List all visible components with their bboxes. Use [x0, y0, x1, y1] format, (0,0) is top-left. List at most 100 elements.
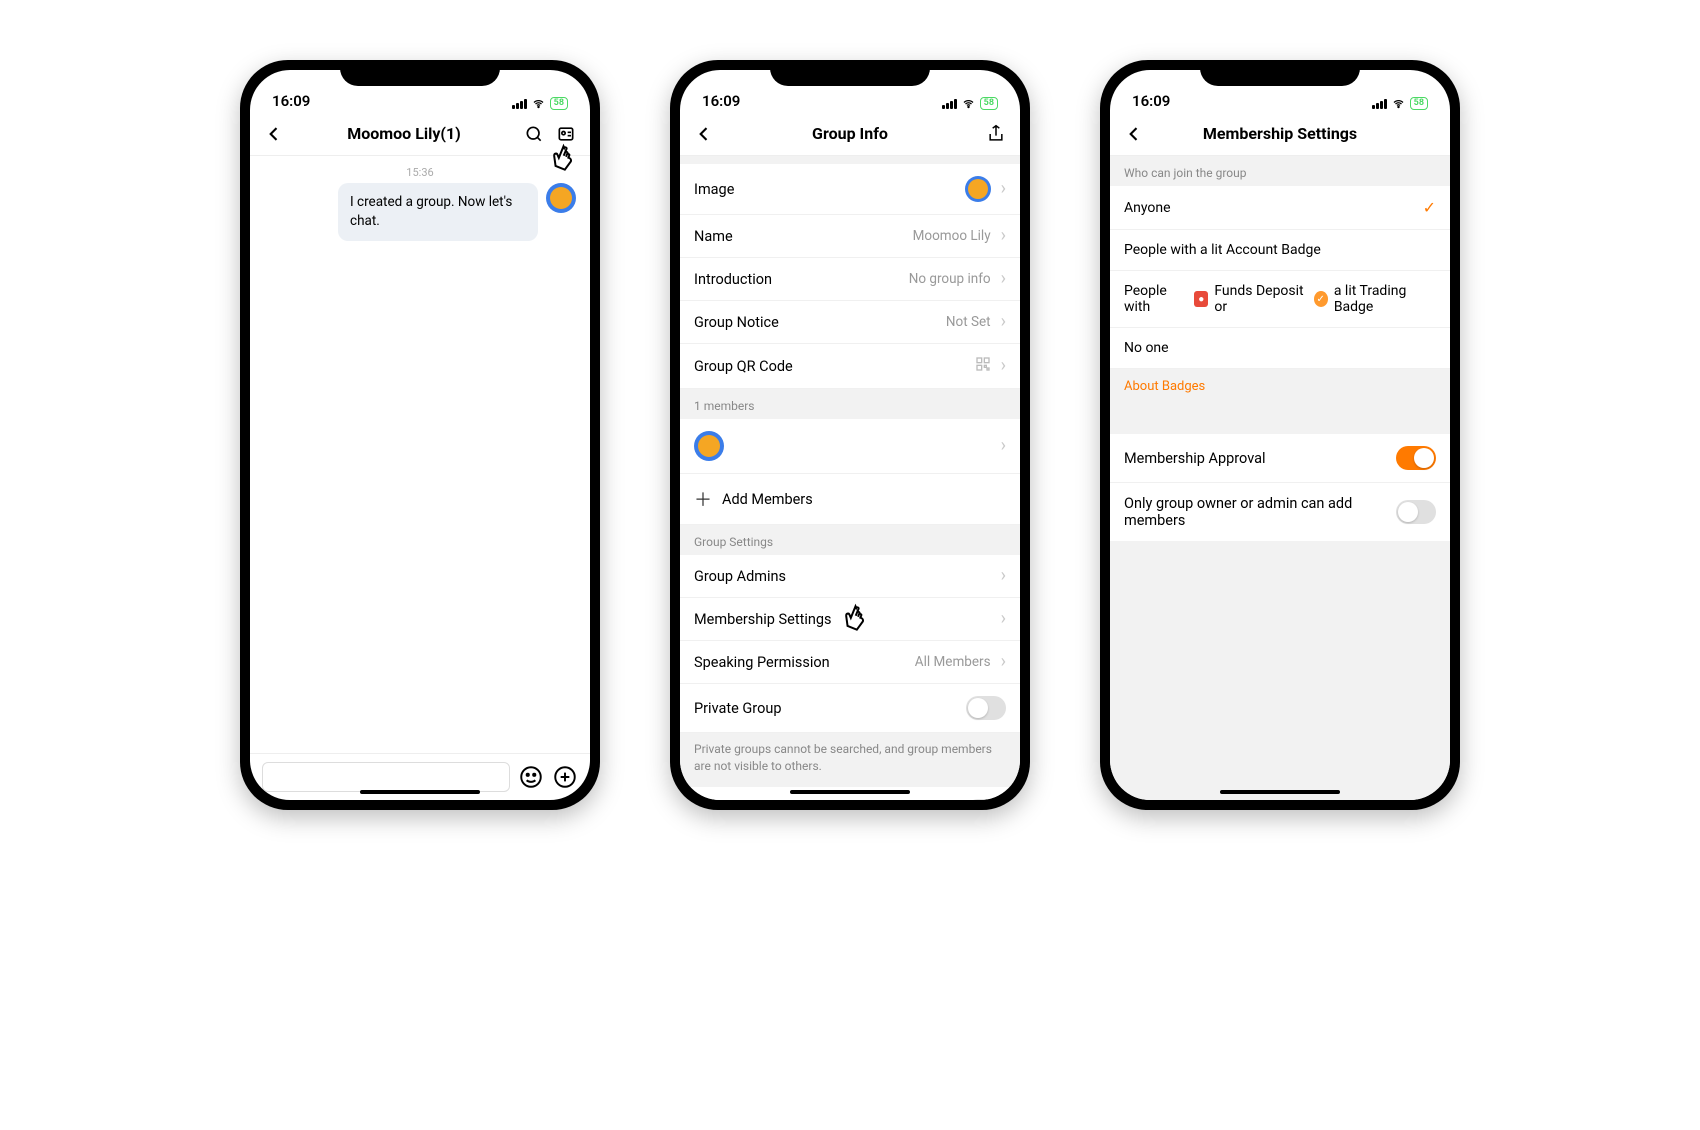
funds-badge-icon: ●	[1194, 291, 1208, 307]
status-icons: 58	[1372, 97, 1428, 110]
chat-title: Moomoo Lily(1)	[294, 124, 514, 143]
option-label-suffix: a lit Trading Badge	[1334, 283, 1436, 315]
status-time: 16:09	[702, 92, 740, 110]
status-icons: 58	[512, 97, 568, 110]
chevron-right-icon: ›	[1001, 653, 1006, 671]
row-only-admin-add: Only group owner or admin can add member…	[1110, 483, 1450, 541]
option-anyone[interactable]: Anyone ✓	[1110, 186, 1450, 230]
members-header: 1 members	[680, 389, 1020, 419]
member-avatar	[694, 431, 724, 461]
avatar[interactable]	[546, 183, 576, 213]
only-admin-toggle[interactable]	[1396, 500, 1436, 524]
battery-icon: 58	[550, 97, 568, 110]
option-label: People with a lit Account Badge	[1124, 242, 1321, 258]
row-qr-code[interactable]: Group QR Code ›	[680, 344, 1020, 389]
share-button[interactable]	[984, 124, 1008, 144]
mute-toggle[interactable]	[966, 799, 1006, 800]
group-card-button[interactable]	[554, 124, 578, 144]
option-lit-account-badge[interactable]: People with a lit Account Badge	[1110, 230, 1450, 271]
row-label: Membership Settings	[694, 611, 991, 628]
membership-content[interactable]: Who can join the group Anyone ✓ People w…	[1110, 156, 1450, 800]
emoji-button[interactable]	[518, 764, 544, 790]
private-group-toggle[interactable]	[966, 696, 1006, 720]
row-label: Image	[694, 181, 955, 198]
message-bubble[interactable]: I created a group. Now let's chat.	[338, 183, 538, 241]
row-introduction[interactable]: Introduction No group info ›	[680, 258, 1020, 301]
chevron-right-icon: ›	[1001, 227, 1006, 245]
option-label-mid: Funds Deposit or	[1214, 283, 1307, 315]
row-label: Group Notice	[694, 314, 936, 331]
option-no-one[interactable]: No one	[1110, 328, 1450, 369]
row-add-members[interactable]: ＋ Add Members	[680, 474, 1020, 525]
nav-bar: Moomoo Lily(1)	[250, 112, 590, 156]
phone-frame-1: 16:09 58 Moomoo Lily(1) 15:36 I created …	[240, 60, 600, 810]
row-label: Group QR Code	[694, 358, 965, 375]
who-can-join-header: Who can join the group	[1110, 156, 1450, 186]
row-label: Membership Approval	[1124, 450, 1386, 467]
message-row: I created a group. Now let's chat.	[250, 183, 590, 251]
chevron-right-icon: ›	[1001, 313, 1006, 331]
chevron-right-icon: ›	[1001, 567, 1006, 585]
about-badges-link[interactable]: About Badges	[1110, 369, 1450, 404]
back-button[interactable]	[692, 124, 716, 144]
settings-header: Group Settings	[680, 525, 1020, 555]
row-membership-approval: Membership Approval	[1110, 434, 1450, 483]
qr-code-icon	[975, 356, 991, 376]
option-label: Anyone	[1124, 200, 1171, 216]
option-funds-or-trading-badge[interactable]: People with ● Funds Deposit or ✓ a lit T…	[1110, 271, 1450, 328]
notch	[340, 60, 500, 86]
page-title: Membership Settings	[1154, 124, 1406, 143]
battery-icon: 58	[980, 97, 998, 110]
add-button[interactable]	[552, 764, 578, 790]
notch	[1200, 60, 1360, 86]
group-avatar	[965, 176, 991, 202]
signal-icon	[512, 99, 527, 109]
message-timestamp: 15:36	[250, 156, 590, 183]
chat-content: 15:36 I created a group. Now let's chat.	[250, 156, 590, 753]
row-label: Name	[694, 228, 903, 245]
battery-icon: 58	[1410, 97, 1428, 110]
approval-toggle[interactable]	[1396, 446, 1436, 470]
wifi-icon	[531, 98, 546, 110]
signal-icon	[1372, 99, 1387, 109]
row-value: Moomoo Lily	[913, 228, 991, 244]
option-label-prefix: People with	[1124, 283, 1188, 315]
screen-membership-settings: 16:09 58 Membership Settings Who can joi…	[1110, 70, 1450, 800]
chevron-right-icon: ›	[1001, 610, 1006, 628]
signal-icon	[942, 99, 957, 109]
row-label: Private Group	[694, 700, 956, 717]
message-input[interactable]	[262, 762, 510, 792]
option-label: No one	[1124, 340, 1169, 356]
row-notice[interactable]: Group Notice Not Set ›	[680, 301, 1020, 344]
row-image[interactable]: Image ›	[680, 164, 1020, 215]
back-button[interactable]	[1122, 124, 1146, 144]
row-member[interactable]: ›	[680, 419, 1020, 474]
private-group-help: Private groups cannot be searched, and g…	[680, 733, 1020, 787]
nav-bar: Membership Settings	[1110, 112, 1450, 156]
row-speaking-permission[interactable]: Speaking Permission All Members ›	[680, 641, 1020, 684]
home-indicator[interactable]	[1220, 790, 1340, 794]
row-label: Speaking Permission	[694, 654, 905, 671]
group-info-content[interactable]: Image › Name Moomoo Lily › Introduction …	[680, 156, 1020, 800]
screen-chat: 16:09 58 Moomoo Lily(1) 15:36 I created …	[250, 70, 590, 800]
home-indicator[interactable]	[790, 790, 910, 794]
row-group-admins[interactable]: Group Admins ›	[680, 555, 1020, 598]
status-time: 16:09	[272, 92, 310, 110]
chevron-right-icon: ›	[1001, 270, 1006, 288]
home-indicator[interactable]	[360, 790, 480, 794]
row-private-group: Private Group	[680, 684, 1020, 733]
row-value: All Members	[915, 654, 991, 670]
trading-badge-icon: ✓	[1314, 291, 1328, 307]
chevron-right-icon: ›	[1001, 437, 1006, 455]
row-name[interactable]: Name Moomoo Lily ›	[680, 215, 1020, 258]
search-button[interactable]	[522, 124, 546, 144]
status-time: 16:09	[1132, 92, 1170, 110]
row-membership-settings[interactable]: Membership Settings ›	[680, 598, 1020, 641]
plus-icon: ＋	[694, 486, 712, 512]
page-title: Group Info	[724, 124, 976, 143]
row-label: Add Members	[722, 491, 1006, 508]
chevron-right-icon: ›	[1001, 357, 1006, 375]
row-value: Not Set	[946, 314, 991, 330]
chevron-right-icon: ›	[1001, 180, 1006, 198]
back-button[interactable]	[262, 124, 286, 144]
